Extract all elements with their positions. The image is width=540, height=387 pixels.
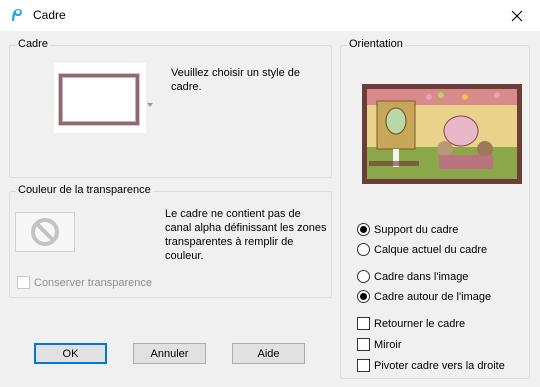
radio-frame-inside-button[interactable] <box>357 270 370 283</box>
flip-frame-label: Retourner le cadre <box>374 317 466 330</box>
paintshop-app-icon <box>12 9 22 21</box>
help-button[interactable]: Aide <box>232 343 305 364</box>
orientation-preview-image <box>367 89 517 179</box>
frame-style-picker[interactable] <box>54 63 146 133</box>
flip-frame-checkbox[interactable]: Retourner le cadre <box>357 317 465 330</box>
title-bar: Cadre <box>0 0 540 31</box>
rotate-right-checkbox[interactable]: Pivoter cadre vers la droite <box>357 359 505 372</box>
radio-current-layer[interactable]: Calque actuel du cadre <box>357 243 487 256</box>
keep-transparency-box[interactable] <box>17 276 30 289</box>
keep-transparency-checkbox[interactable]: Conserver transparence <box>17 276 152 289</box>
radio-support-frame-label: Support du cadre <box>374 223 459 236</box>
flip-frame-box[interactable] <box>357 317 370 330</box>
mirror-label: Miroir <box>374 338 402 351</box>
radio-frame-outside[interactable]: Cadre autour de l'image <box>357 290 491 303</box>
no-entry-icon <box>31 218 59 246</box>
transparency-group: Couleur de la transparence Le cadre ne c… <box>9 184 332 298</box>
ok-button[interactable]: OK <box>34 343 107 364</box>
radio-frame-inside-label: Cadre dans l'image <box>374 270 469 283</box>
radio-current-layer-label: Calque actuel du cadre <box>374 243 488 256</box>
radio-frame-inside[interactable]: Cadre dans l'image <box>357 270 468 283</box>
radio-current-layer-button[interactable] <box>357 243 370 256</box>
window-title: Cadre <box>33 8 66 22</box>
frame-thumbnail <box>59 74 139 125</box>
transparency-group-label: Couleur de la transparence <box>16 184 153 196</box>
cancel-button[interactable]: Annuler <box>133 343 206 364</box>
frame-group: Cadre Veuillez choisir un style de cadre… <box>9 38 332 178</box>
frame-description: Veuillez choisir un style de cadre. <box>171 67 301 93</box>
radio-frame-outside-label: Cadre autour de l'image <box>374 290 492 303</box>
keep-transparency-label: Conserver transparence <box>34 276 153 289</box>
orientation-group: Orientation Support du cadre Calque actu… <box>340 38 530 379</box>
chevron-down-icon[interactable] <box>147 103 153 107</box>
radio-support-frame[interactable]: Support du cadre <box>357 223 458 236</box>
rotate-right-label: Pivoter cadre vers la droite <box>374 359 505 372</box>
radio-frame-outside-button[interactable] <box>357 290 370 303</box>
frame-group-label: Cadre <box>16 38 50 50</box>
rotate-right-box[interactable] <box>357 359 370 372</box>
close-button[interactable] <box>494 0 540 31</box>
transparency-description: Le cadre ne contient pas de canal alpha … <box>165 208 327 262</box>
close-icon <box>511 10 523 21</box>
orientation-preview <box>362 84 522 184</box>
mirror-box[interactable] <box>357 338 370 351</box>
dialog-client-area: Cadre Veuillez choisir un style de cadre… <box>0 31 540 387</box>
orientation-group-label: Orientation <box>347 38 405 50</box>
radio-support-frame-button[interactable] <box>357 223 370 236</box>
mirror-checkbox[interactable]: Miroir <box>357 338 402 351</box>
transparency-color-swatch <box>15 212 75 252</box>
